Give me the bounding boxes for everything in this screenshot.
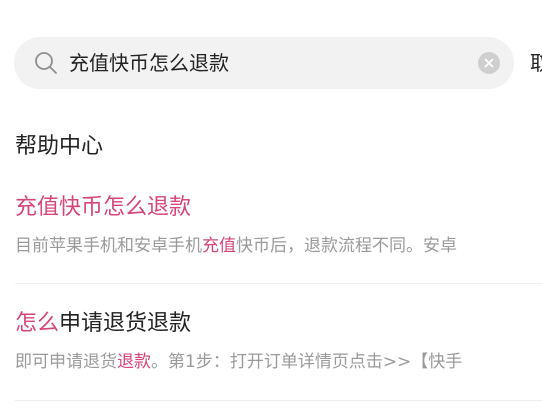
result-snippet: 目前苹果手机和安卓手机充值快币后，退款流程不同。安卓	[15, 233, 542, 259]
result-item[interactable]: 充值快币怎么退款 目前苹果手机和安卓手机充值快币后，退款流程不同。安卓	[15, 192, 542, 259]
section-title: 帮助中心	[15, 134, 104, 159]
search-input[interactable]	[69, 47, 469, 79]
result-snippet: 即可申请退货退款。第1步：打开订单详情页点击>>【快手	[15, 349, 542, 375]
divider	[15, 283, 542, 284]
divider	[15, 400, 542, 401]
result-title-highlight: 充值快币怎么退款	[15, 195, 192, 220]
snippet-highlight: 充值	[202, 236, 236, 256]
snippet-text: 。第1步：打开订单详情页点击>>【快手	[151, 352, 463, 372]
result-title-text: 申请退货退款	[59, 311, 192, 336]
result-title: 怎么申请退货退款	[15, 308, 542, 340]
search-icon	[34, 51, 58, 75]
cancel-button[interactable]: 取	[530, 49, 542, 77]
snippet-text: 快币后，退款流程不同。安卓	[236, 236, 457, 256]
snippet-text: 即可申请退货	[15, 352, 117, 372]
search-bar[interactable]	[14, 37, 514, 89]
clear-search-button[interactable]	[478, 52, 500, 74]
snippet-highlight: 退款	[117, 352, 151, 372]
snippet-text: 目前苹果手机和安卓手机	[15, 236, 202, 256]
result-item[interactable]: 怎么申请退货退款 即可申请退货退款。第1步：打开订单详情页点击>>【快手	[15, 308, 542, 375]
clear-icon	[484, 58, 494, 68]
result-title: 充值快币怎么退款	[15, 192, 542, 224]
result-title-highlight: 怎么	[15, 311, 60, 336]
